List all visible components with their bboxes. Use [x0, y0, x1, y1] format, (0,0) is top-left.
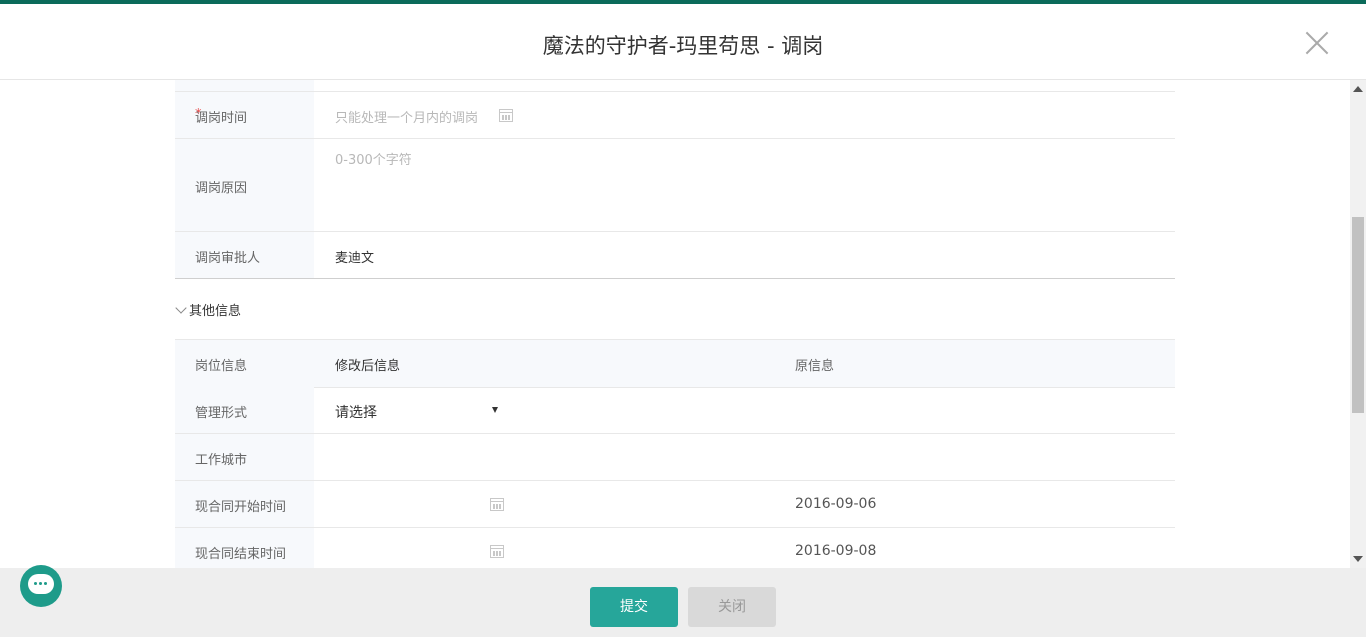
- dropdown-arrow-icon: [492, 407, 498, 413]
- table-row: 现合同结束时间 2016-09-08: [175, 528, 1175, 568]
- dialog-body[interactable]: * 调岗时间 只能处理一个月内的调岗 调岗原因 0-300个字符 调岗审批人 麦…: [0, 80, 1350, 568]
- chat-support-icon[interactable]: [20, 565, 62, 607]
- submit-button[interactable]: 提交: [590, 587, 678, 627]
- form-row-transfer-time: * 调岗时间 只能处理一个月内的调岗: [175, 92, 1175, 139]
- other-info-label: 其他信息: [189, 304, 242, 319]
- table-row: 工作城市: [175, 434, 1175, 481]
- transfer-time-label: 调岗时间: [195, 111, 248, 126]
- row-label-text: 现合同开始时间: [195, 500, 287, 515]
- row-label: [175, 80, 314, 91]
- row-label-text: 工作城市: [195, 453, 248, 468]
- table-row: 现合同开始时间 2016-09-06: [175, 481, 1175, 528]
- reason-label: 调岗原因: [195, 181, 248, 196]
- dialog-footer: 提交 关闭: [0, 568, 1366, 637]
- scroll-up-icon[interactable]: [1353, 86, 1363, 92]
- dialog-title: 魔法的守护者-玛里苟思 - 调岗: [542, 34, 824, 58]
- original-value: 2016-09-06: [795, 496, 877, 512]
- row-label-text: 现合同结束时间: [195, 547, 287, 562]
- dialog-header: 魔法的守护者-玛里苟思 - 调岗: [0, 4, 1366, 80]
- select-value: 请选择: [335, 405, 377, 421]
- row-label: 工作城市: [175, 434, 314, 480]
- row-label: 管理形式: [175, 387, 314, 433]
- close-icon[interactable]: [1304, 30, 1330, 56]
- row-label-text: 管理形式: [195, 406, 248, 421]
- chat-bubble: [28, 574, 54, 594]
- column-header-position: 岗位信息: [195, 359, 248, 374]
- management-select[interactable]: 请选择: [335, 401, 505, 421]
- calendar-icon[interactable]: [499, 109, 513, 122]
- other-info-toggle[interactable]: 其他信息: [175, 300, 241, 319]
- form-row-reason: 调岗原因 0-300个字符: [175, 139, 1175, 232]
- form-row-partial: [175, 80, 1175, 92]
- calendar-icon[interactable]: [490, 498, 504, 511]
- vertical-scrollbar[interactable]: [1350, 80, 1366, 568]
- calendar-icon[interactable]: [490, 545, 504, 558]
- row-label: 调岗审批人: [175, 232, 314, 278]
- reason-textarea[interactable]: 0-300个字符: [335, 149, 412, 168]
- table-row: 管理形式 请选择: [175, 387, 1175, 434]
- row-label: * 调岗时间: [175, 92, 314, 138]
- row-label: 调岗原因: [175, 139, 314, 231]
- approver-value: 麦迪文: [335, 251, 375, 266]
- row-label: 现合同结束时间: [175, 528, 314, 568]
- original-value: 2016-09-08: [795, 543, 877, 559]
- row-label: 现合同开始时间: [175, 481, 314, 527]
- transfer-time-input[interactable]: 只能处理一个月内的调岗: [335, 107, 478, 126]
- table-header: 岗位信息 修改后信息 原信息: [175, 339, 1175, 388]
- column-header-original: 原信息: [795, 359, 835, 374]
- close-button[interactable]: 关闭: [688, 587, 776, 627]
- form-row-approver: 调岗审批人 麦迪文: [175, 232, 1175, 279]
- scrollbar-thumb[interactable]: [1352, 217, 1364, 413]
- column-header-new: 修改后信息: [335, 359, 401, 374]
- chevron-down-icon: [175, 302, 187, 314]
- approver-label: 调岗审批人: [195, 251, 261, 266]
- scroll-down-icon[interactable]: [1353, 556, 1363, 562]
